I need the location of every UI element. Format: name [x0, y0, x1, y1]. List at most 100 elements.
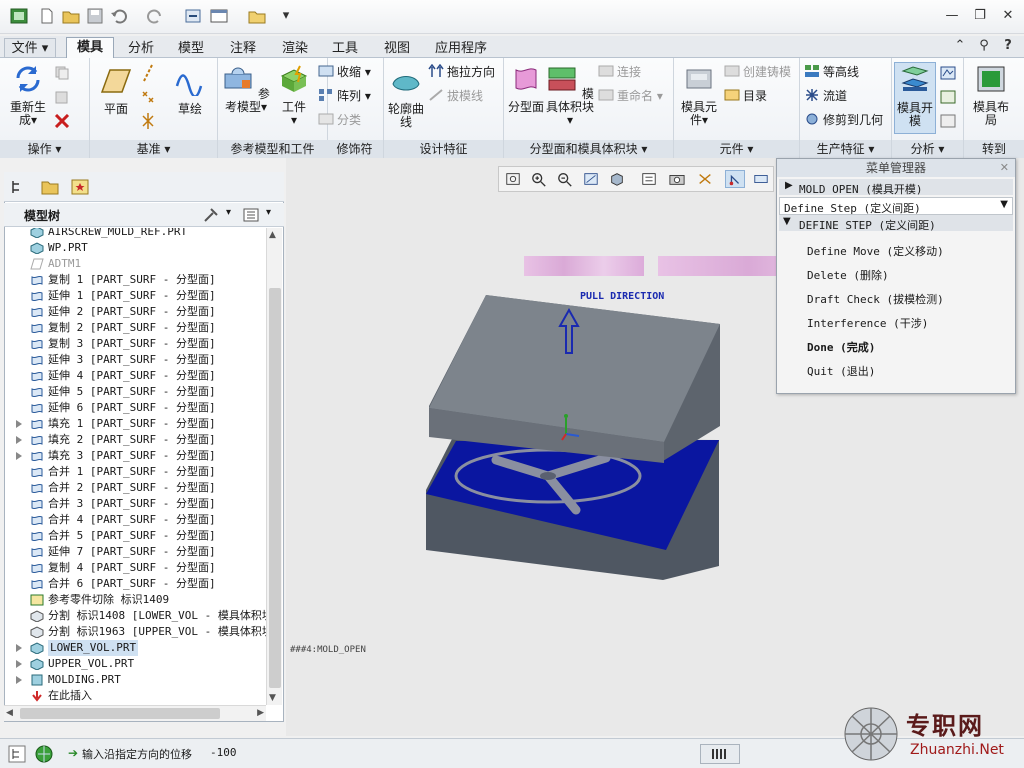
analysis-tool-icon-1[interactable] — [940, 66, 956, 80]
search-icon[interactable]: ⚲ — [974, 38, 994, 54]
zoom-in-icon[interactable] — [529, 170, 549, 188]
rename-button[interactable]: 重命名 ▾ — [598, 86, 663, 106]
tree-item[interactable]: 复制 3 [PART_SURF - 分型面] — [4, 336, 266, 352]
annotation-display-icon[interactable] — [751, 170, 771, 188]
refit-icon[interactable] — [503, 170, 523, 188]
tree-vertical-scrollbar[interactable]: ▲ ▼ — [266, 228, 282, 705]
tree-item[interactable]: 复制 2 [PART_SURF - 分型面] — [4, 320, 266, 336]
paste-icon[interactable] — [54, 90, 70, 104]
tree-toggle-icon[interactable] — [8, 745, 26, 763]
tree-item[interactable]: 合并 5 [PART_SURF - 分型面] — [4, 528, 266, 544]
redo-icon[interactable] — [146, 8, 164, 24]
expand-arrow-icon[interactable] — [16, 452, 22, 460]
define-step-section[interactable]: ▼ DEFINE STEP (定义间距) — [779, 215, 1013, 232]
settings-dropdown-icon[interactable]: ▾ — [226, 207, 231, 218]
scroll-left-icon[interactable]: ◀ — [6, 708, 13, 718]
customize-qat-icon[interactable]: ▾ — [276, 8, 296, 24]
tree-item[interactable]: 填充 2 [PART_SURF - 分型面] — [4, 432, 266, 448]
tree-item[interactable]: 延伸 5 [PART_SURF - 分型面] — [4, 384, 266, 400]
close-window-button[interactable]: ✕ — [998, 8, 1018, 24]
tab-model[interactable]: 模型 — [168, 38, 214, 58]
selection-filter-button[interactable] — [700, 744, 740, 764]
favorites-tab-icon[interactable] — [70, 177, 90, 197]
scroll-right-icon[interactable]: ▶ — [257, 708, 264, 718]
scroll-up-icon[interactable]: ▲ — [269, 230, 276, 240]
ref-model-button[interactable]: 参考模型▾ — [222, 64, 270, 114]
mold-open-button[interactable]: 模具开模 — [894, 62, 936, 134]
expand-arrow-icon[interactable] — [16, 660, 22, 668]
directory-button[interactable]: 目录 — [724, 86, 767, 106]
display-style-icon[interactable] — [607, 170, 627, 188]
restore-button[interactable]: ❐ — [970, 8, 990, 24]
model-tree-tab-icon[interactable] — [10, 179, 26, 195]
group-operations-label[interactable]: 操作 ▾ — [0, 140, 89, 158]
workpiece-button[interactable]: 工件 ▾ — [272, 64, 316, 127]
group-datum-label[interactable]: 基准 ▾ — [90, 140, 217, 158]
group-production-label[interactable]: 生产特征 ▾ — [800, 140, 891, 158]
tree-item[interactable]: LOWER_VOL.PRT — [4, 640, 266, 656]
help-icon[interactable]: ? — [998, 38, 1018, 54]
tree-item[interactable]: 复制 4 [PART_SURF - 分型面] — [4, 560, 266, 576]
mold-volume-button[interactable]: 模具体积块▾ — [546, 64, 594, 127]
tree-item[interactable]: ADTM1 — [4, 256, 266, 272]
contour-curve-button[interactable]: 轮廓曲线 — [386, 66, 426, 129]
open-folder-icon[interactable] — [62, 8, 80, 24]
menu-item[interactable]: Interference (干涉) — [807, 315, 928, 331]
group-components-label[interactable]: 元件 ▾ — [674, 140, 799, 158]
tree-item[interactable]: 填充 3 [PART_SURF - 分型面] — [4, 448, 266, 464]
drag-direction-button[interactable]: 拖拉方向 — [428, 62, 495, 82]
minimize-button[interactable]: — — [942, 8, 962, 24]
draft-line-button[interactable]: 拔模线 — [428, 86, 483, 106]
view-manager-icon[interactable] — [667, 170, 687, 188]
tab-tools[interactable]: 工具 — [322, 38, 368, 58]
save-icon[interactable] — [86, 8, 104, 24]
tree-item[interactable]: MOLDING.PRT — [4, 672, 266, 688]
analysis-tool-icon-3[interactable] — [940, 114, 956, 128]
trim-to-geometry-button[interactable]: 修剪到几何 — [804, 110, 883, 130]
tree-horizontal-scrollbar[interactable]: ◀ ▶ — [4, 705, 266, 721]
parting-surface-button[interactable]: 分型面 — [506, 64, 546, 114]
menu-item[interactable]: Define Move (定义移动) — [807, 243, 944, 259]
tree-item[interactable]: 参考零件切除 标识1409 — [4, 592, 266, 608]
tree-item[interactable]: 延伸 4 [PART_SURF - 分型面] — [4, 368, 266, 384]
group-analysis-label[interactable]: 分析 ▾ — [892, 140, 963, 158]
folder-browser-tab-icon[interactable] — [40, 177, 60, 197]
tree-item[interactable]: 合并 1 [PART_SURF - 分型面] — [4, 464, 266, 480]
group-parting-label[interactable]: 分型面和模具体积块 ▾ — [504, 140, 673, 158]
tab-view[interactable]: 视图 — [374, 38, 420, 58]
menu-item[interactable]: Delete (删除) — [807, 267, 889, 283]
tree-item[interactable]: 延伸 3 [PART_SURF - 分型面] — [4, 352, 266, 368]
mold-layout-button[interactable]: 模具布局 — [968, 64, 1014, 127]
mold-component-button[interactable]: 模具元件▾ — [676, 64, 722, 127]
tree-filter-icon[interactable] — [242, 207, 260, 223]
delete-icon[interactable] — [54, 114, 70, 128]
point-icon[interactable] — [140, 88, 156, 106]
spin-center-icon[interactable] — [725, 170, 745, 188]
runner-button[interactable]: 流道 — [804, 86, 847, 106]
tree-item[interactable]: 延伸 1 [PART_SURF - 分型面] — [4, 288, 266, 304]
tree-item[interactable]: 在此插入 — [4, 688, 266, 704]
copy-icon[interactable] — [54, 66, 70, 80]
menu-item[interactable]: Draft Check (拔模检测) — [807, 291, 944, 307]
shrink-button[interactable]: 收缩 ▾ — [318, 62, 371, 82]
classify-button[interactable]: 分类 — [318, 110, 361, 130]
tree-item[interactable]: 延伸 7 [PART_SURF - 分型面] — [4, 544, 266, 560]
expand-arrow-icon[interactable] — [16, 644, 22, 652]
mold-open-section[interactable]: ▶ MOLD OPEN (模具开模) — [779, 179, 1013, 196]
undo-icon[interactable] — [110, 8, 128, 24]
tree-item[interactable]: 合并 4 [PART_SURF - 分型面] — [4, 512, 266, 528]
sketch-button[interactable]: 草绘 — [170, 66, 210, 116]
zoom-out-icon[interactable] — [555, 170, 575, 188]
folder-icon[interactable] — [248, 8, 266, 24]
window-icon[interactable] — [210, 8, 228, 24]
tree-scroll-thumb[interactable] — [269, 288, 281, 688]
connect-button[interactable]: 连接 — [598, 62, 641, 82]
tree-item[interactable]: 分割 标识1408 [LOWER_VOL - 模具体积块 — [4, 608, 266, 624]
tree-item[interactable]: WP.PRT — [4, 240, 266, 256]
analysis-tool-icon-2[interactable] — [940, 90, 956, 104]
regenerate-small-icon[interactable] — [184, 8, 202, 24]
menu-item[interactable]: Quit (退出) — [807, 363, 875, 379]
tab-mold[interactable]: 模具 — [66, 37, 114, 59]
axis-icon[interactable] — [140, 64, 156, 82]
create-casting-button[interactable]: 创建铸模 — [724, 62, 791, 82]
